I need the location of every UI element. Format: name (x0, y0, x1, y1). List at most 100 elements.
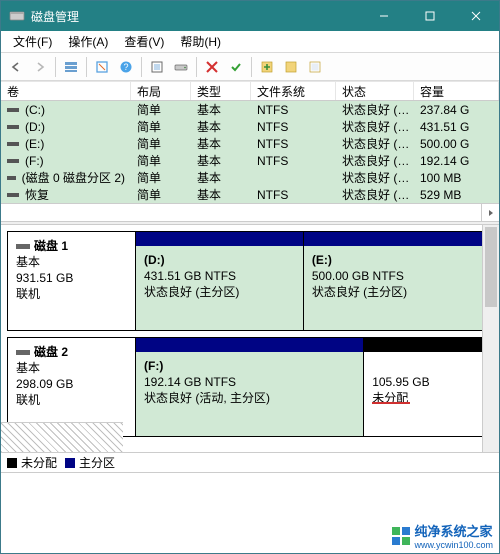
cell-type: 基本 (191, 169, 251, 186)
titlebar: 磁盘管理 (1, 1, 499, 31)
col-capacity[interactable]: 容量 (414, 82, 499, 100)
cell-capacity: 431.51 G (414, 118, 499, 135)
legend-label-unallocated: 未分配 (21, 454, 57, 471)
partition-header-primary (136, 232, 303, 246)
partition-size: 500.00 GB NTFS (312, 268, 484, 284)
partition-letter: (E:) (312, 252, 484, 268)
refresh-icon[interactable] (91, 56, 113, 78)
partition-unallocated[interactable]: 105.95 GB 未分配 (364, 338, 492, 436)
window-buttons (361, 1, 499, 31)
disk-row-1[interactable]: 磁盘 1 基本 931.51 GB 联机 (D:) 431.51 GB NTFS… (7, 231, 493, 331)
col-volume[interactable]: 卷 (1, 82, 131, 100)
volume-row[interactable]: (D:)简单基本NTFS状态良好 (…431.51 G (1, 118, 499, 135)
cell-status: 状态良好 (… (336, 118, 414, 135)
volume-row[interactable]: (F:)简单基本NTFS状态良好 (…192.14 G (1, 152, 499, 169)
horizontal-scrollbar[interactable] (1, 203, 499, 221)
cell-layout: 简单 (131, 169, 191, 186)
volume-row[interactable]: (E:)简单基本NTFS状态良好 (…500.00 G (1, 135, 499, 152)
back-button[interactable] (5, 56, 27, 78)
tool-icon-2[interactable] (280, 56, 302, 78)
menu-file[interactable]: 文件(F) (5, 31, 60, 52)
toolbar-separator (196, 57, 197, 77)
settings-icon[interactable] (146, 56, 168, 78)
cell-volume: (E:) (1, 135, 131, 152)
cell-type: 基本 (191, 118, 251, 135)
partition-body: (D:) 431.51 GB NTFS 状态良好 (主分区) (136, 246, 303, 330)
cell-filesystem: NTFS (251, 118, 336, 135)
disk-management-window: 磁盘管理 文件(F) 操作(A) 查看(V) 帮助(H) ? 卷 (0, 0, 500, 554)
volume-row[interactable]: (磁盘 0 磁盘分区 2)简单基本状态良好 (…100 MB (1, 169, 499, 186)
partition-status: 状态良好 (活动, 主分区) (144, 390, 355, 406)
cell-volume: (F:) (1, 152, 131, 169)
forward-button[interactable] (29, 56, 51, 78)
checkmark-icon[interactable] (225, 56, 247, 78)
volume-icon (7, 108, 19, 112)
tool-icon-3[interactable] (304, 56, 326, 78)
partition-d[interactable]: (D:) 431.51 GB NTFS 状态良好 (主分区) (136, 232, 304, 330)
partition-header-primary (136, 338, 363, 352)
cell-filesystem (251, 169, 336, 186)
volume-list: (C:)简单基本NTFS状态良好 (…237.84 G(D:)简单基本NTFS状… (1, 101, 499, 203)
cell-capacity: 529 MB (414, 186, 499, 203)
toolbar-separator (86, 57, 87, 77)
partition-status: 状态良好 (主分区) (144, 284, 295, 300)
disk-graphical-view: 磁盘 1 基本 931.51 GB 联机 (D:) 431.51 GB NTFS… (1, 225, 499, 453)
cell-layout: 简单 (131, 152, 191, 169)
cell-capacity: 100 MB (414, 169, 499, 186)
cell-layout: 简单 (131, 101, 191, 118)
volume-row[interactable]: 恢复简单基本NTFS状态良好 (…529 MB (1, 186, 499, 203)
disk-type: 基本 (16, 254, 127, 270)
scrollbar-thumb[interactable] (485, 227, 497, 307)
partition-header-unallocated (364, 338, 492, 352)
volume-row[interactable]: (C:)简单基本NTFS状态良好 (…237.84 G (1, 101, 499, 118)
cell-capacity: 500.00 G (414, 135, 499, 152)
partition-body: (E:) 500.00 GB NTFS 状态良好 (主分区) (304, 246, 492, 330)
toolbar-separator (251, 57, 252, 77)
app-icon (9, 8, 25, 24)
maximize-button[interactable] (407, 1, 453, 31)
disk-icon (16, 350, 30, 355)
cell-status: 状态良好 (… (336, 152, 414, 169)
menu-help[interactable]: 帮助(H) (172, 31, 229, 52)
help-icon[interactable]: ? (115, 56, 137, 78)
col-type[interactable]: 类型 (191, 82, 251, 100)
cell-type: 基本 (191, 101, 251, 118)
minimize-button[interactable] (361, 1, 407, 31)
watermark-url: www.ycwin100.com (414, 540, 493, 550)
disk-size: 298.09 GB (16, 376, 127, 392)
cell-filesystem: NTFS (251, 101, 336, 118)
partition-f[interactable]: (F:) 192.14 GB NTFS 状态良好 (活动, 主分区) (136, 338, 364, 436)
disk-size: 931.51 GB (16, 270, 127, 286)
cell-volume: (C:) (1, 101, 131, 118)
partition-status: 状态良好 (主分区) (312, 284, 484, 300)
close-button[interactable] (453, 1, 499, 31)
legend-swatch-primary (65, 458, 75, 468)
legend-label-primary: 主分区 (79, 454, 115, 471)
col-filesystem[interactable]: 文件系统 (251, 82, 336, 100)
tool-icon-1[interactable] (256, 56, 278, 78)
vertical-scrollbar[interactable] (482, 225, 499, 452)
menu-action[interactable]: 操作(A) (60, 31, 116, 52)
volume-icon (7, 142, 19, 146)
col-layout[interactable]: 布局 (131, 82, 191, 100)
toolbar: ? (1, 53, 499, 81)
volume-icon (7, 159, 19, 163)
disk-status: 联机 (16, 392, 127, 408)
window-title: 磁盘管理 (31, 8, 361, 25)
scroll-right-icon[interactable] (481, 204, 499, 221)
cell-volume: 恢复 (1, 186, 131, 203)
details-view-icon[interactable] (60, 56, 82, 78)
cell-layout: 简单 (131, 135, 191, 152)
partition-e[interactable]: (E:) 500.00 GB NTFS 状态良好 (主分区) (304, 232, 492, 330)
cell-filesystem: NTFS (251, 186, 336, 203)
cell-layout: 简单 (131, 186, 191, 203)
delete-icon[interactable] (201, 56, 223, 78)
cell-status: 状态良好 (… (336, 101, 414, 118)
disk-partitions: (D:) 431.51 GB NTFS 状态良好 (主分区) (E:) 500.… (136, 232, 492, 330)
col-status[interactable]: 状态 (336, 82, 414, 100)
disk-info: 磁盘 1 基本 931.51 GB 联机 (8, 232, 136, 330)
partition-size: 431.51 GB NTFS (144, 268, 295, 284)
menu-view[interactable]: 查看(V) (116, 31, 172, 52)
volume-icon (7, 176, 16, 180)
drive-icon[interactable] (170, 56, 192, 78)
